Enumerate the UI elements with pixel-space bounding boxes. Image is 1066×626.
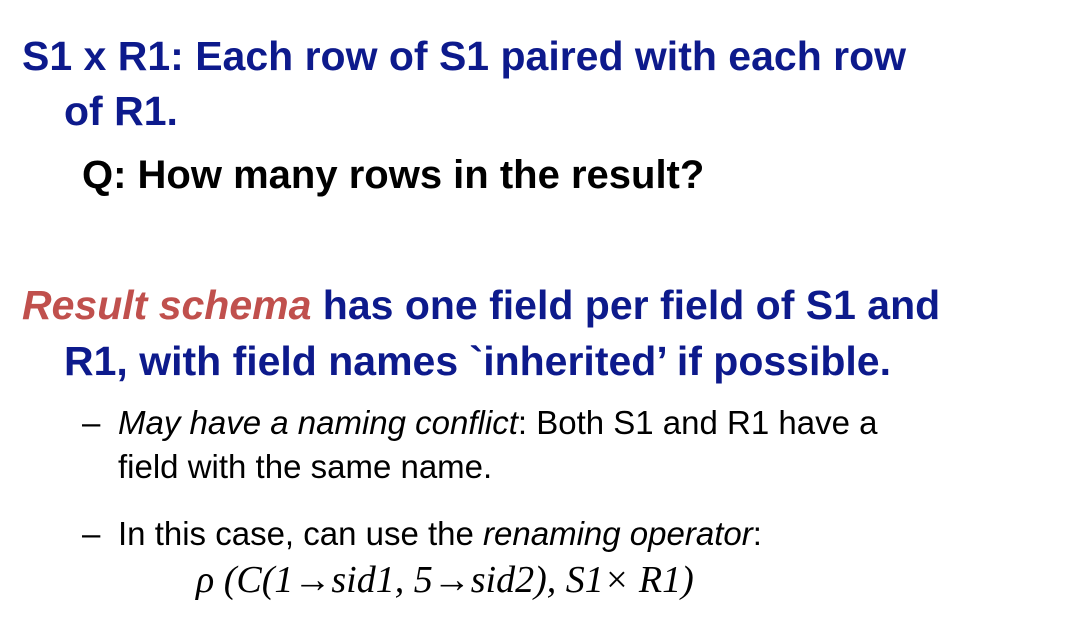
- renaming-prefix: In this case, can use the: [118, 515, 484, 552]
- heading-line-2: of R1.: [64, 88, 178, 134]
- renaming-operator-italic: renaming operator: [483, 515, 753, 552]
- result-schema-emphasis: Result schema: [22, 282, 312, 328]
- heading-line-1: S1 x R1: Each row of S1 paired with each…: [22, 33, 907, 79]
- bullet-dash: –: [82, 515, 101, 552]
- naming-conflict-italic: May have a naming conflict: [118, 404, 518, 441]
- bullet-naming-conflict: – May have a naming conflict: Both S1 and…: [82, 403, 877, 443]
- question-text: Q: How many rows in the result?: [82, 153, 705, 197]
- renaming-formula: ρ (C(1→sid1, 5→sid2), S1× R1): [196, 559, 694, 601]
- bullet-dash: –: [82, 404, 101, 441]
- schema-line-2: R1, with field names `inherited’ if poss…: [64, 338, 891, 384]
- bullet-naming-conflict-line-2: field with the same name.: [118, 448, 493, 485]
- bullet-renaming: – In this case, can use the renaming oper…: [82, 514, 762, 554]
- naming-conflict-rest: : Both S1 and R1 have a: [517, 404, 878, 441]
- slide: S1 x R1: Each row of S1 paired with each…: [0, 0, 1066, 626]
- schema-line-1-rest: has one field per field of S1 and: [311, 282, 941, 328]
- schema-line-1: Result schema has one field per field of…: [22, 280, 940, 330]
- renaming-suffix: :: [752, 515, 762, 552]
